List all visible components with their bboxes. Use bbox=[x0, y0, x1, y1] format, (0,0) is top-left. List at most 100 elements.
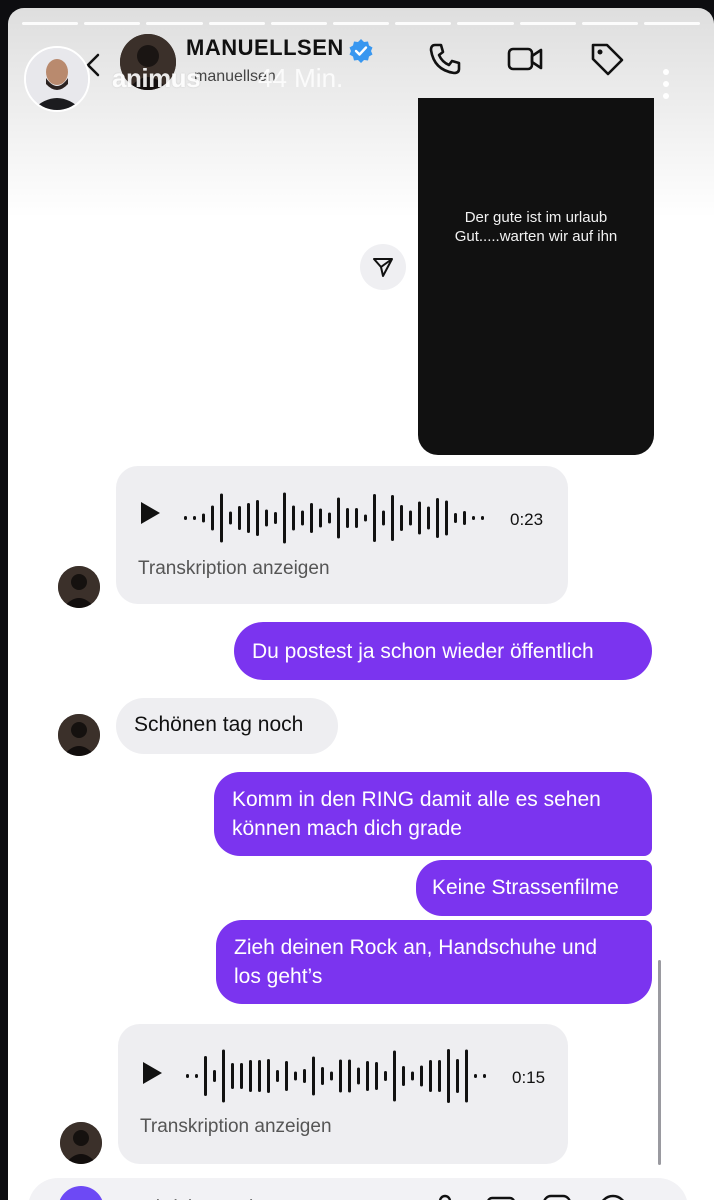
story-progress-bar bbox=[22, 22, 701, 26]
waveform-bar bbox=[438, 1060, 441, 1092]
verified-badge-icon bbox=[349, 39, 373, 63]
voice-duration: 0:23 bbox=[510, 510, 544, 529]
waveform-bar bbox=[348, 1059, 351, 1093]
waveform-bar bbox=[267, 1059, 270, 1093]
waveform-bar bbox=[463, 511, 466, 525]
waveform-bar bbox=[256, 500, 259, 536]
more-options-icon[interactable] bbox=[660, 66, 672, 102]
waveform-bar bbox=[204, 1056, 207, 1096]
waveform-bar bbox=[418, 501, 421, 535]
waveform-bar bbox=[301, 510, 304, 526]
play-icon[interactable] bbox=[138, 500, 162, 526]
progress-segment bbox=[22, 22, 79, 25]
waveform-bar bbox=[382, 510, 385, 526]
play-icon[interactable] bbox=[140, 1060, 164, 1086]
gallery-icon[interactable] bbox=[484, 1192, 518, 1200]
waveform-bar bbox=[427, 506, 430, 530]
waveform-bar bbox=[375, 1062, 378, 1090]
voice-duration: 0:15 bbox=[512, 1068, 546, 1087]
waveform-bar bbox=[186, 1074, 189, 1078]
progress-segment bbox=[270, 22, 327, 25]
send-icon bbox=[373, 258, 393, 277]
instagram-story-screen: MANUELLSEN manuellsen animus 44 Min. Der… bbox=[8, 8, 714, 1200]
progress-segment bbox=[581, 22, 638, 25]
progress-segment bbox=[457, 22, 514, 25]
waveform-bar bbox=[472, 516, 475, 520]
waveform-bar bbox=[346, 508, 349, 528]
waveform-bar bbox=[481, 516, 484, 520]
progress-segment bbox=[395, 22, 452, 25]
outgoing-message[interactable]: Zieh deinen Rock an, Handschuhe und los … bbox=[216, 920, 652, 1004]
share-button[interactable] bbox=[360, 244, 406, 290]
waveform-bar bbox=[238, 506, 241, 530]
waveform-bar bbox=[454, 513, 457, 523]
tag-icon[interactable] bbox=[588, 40, 626, 78]
message-text: Schönen tag noch bbox=[134, 713, 304, 736]
waveform-bar bbox=[391, 495, 394, 541]
story-username[interactable]: animus bbox=[112, 63, 201, 94]
waveform-bar bbox=[274, 512, 277, 524]
waveform-bar bbox=[337, 497, 340, 539]
contact-avatar[interactable] bbox=[58, 566, 100, 608]
waveform-bar bbox=[364, 514, 367, 522]
phone-call-icon[interactable] bbox=[426, 40, 464, 78]
message-input[interactable] bbox=[118, 1196, 382, 1200]
progress-segment bbox=[643, 22, 701, 25]
waveform-bar bbox=[283, 492, 286, 544]
message-text-line-2: los geht’s bbox=[234, 965, 323, 988]
transcription-link[interactable]: Transkription anzeigen bbox=[140, 1116, 332, 1138]
waveform-bar bbox=[400, 505, 403, 531]
waveform-bar bbox=[249, 1060, 252, 1092]
contact-avatar[interactable] bbox=[58, 714, 100, 756]
transcription-link[interactable]: Transkription anzeigen bbox=[138, 558, 330, 580]
waveform-bar bbox=[420, 1065, 423, 1087]
shared-story-card[interactable]: Der gute ist im urlaub Gut.....warten wi… bbox=[418, 98, 654, 455]
shared-story-line-1: Der gute ist im urlaub bbox=[464, 209, 608, 226]
story-poster-avatar[interactable] bbox=[24, 46, 90, 112]
progress-segment bbox=[332, 22, 390, 25]
waveform-bar bbox=[330, 1071, 333, 1081]
waveform-bar bbox=[411, 1071, 414, 1081]
waveform-bar bbox=[292, 505, 295, 531]
waveform-bar bbox=[222, 1049, 225, 1103]
waveform-bar bbox=[213, 1070, 216, 1082]
outgoing-message[interactable]: Du postest ja schon wieder öffentlich bbox=[234, 622, 652, 680]
outgoing-message[interactable]: Keine Strassenfilme bbox=[416, 860, 652, 916]
dm-contact-name[interactable]: MANUELLSEN bbox=[186, 35, 344, 61]
waveform-bar bbox=[229, 511, 232, 525]
shared-story-line-2: Gut.....warten wir auf ihn bbox=[454, 228, 618, 245]
waveform-bar bbox=[429, 1060, 432, 1092]
waveform-bar bbox=[384, 1071, 387, 1081]
camera-button[interactable] bbox=[58, 1186, 104, 1200]
waveform-bar bbox=[456, 1059, 459, 1093]
waveform-bar bbox=[409, 510, 412, 526]
waveform-bar bbox=[312, 1056, 315, 1096]
message-text: Keine Strassenfilme bbox=[432, 876, 619, 899]
waveform-bar bbox=[393, 1050, 396, 1102]
outgoing-message[interactable]: Komm in den RING damit alle es sehen kön… bbox=[214, 772, 652, 856]
waveform-bar bbox=[328, 512, 331, 524]
waveform-bar bbox=[303, 1069, 306, 1083]
voice-message[interactable]: 0:23 Transkription anzeigen bbox=[116, 466, 568, 604]
waveform-bar bbox=[240, 1063, 243, 1089]
message-composer bbox=[28, 1178, 688, 1200]
incoming-message[interactable]: Schönen tag noch bbox=[116, 698, 338, 754]
progress-segment bbox=[146, 22, 203, 25]
message-text: Du postest ja schon wieder öffentlich bbox=[252, 640, 594, 663]
waveform-icon[interactable] bbox=[186, 1046, 496, 1106]
poster-photo-icon bbox=[26, 48, 88, 110]
message-text-line-2: können mach dich grade bbox=[232, 817, 462, 840]
contact-avatar[interactable] bbox=[60, 1122, 102, 1164]
chat-scrollbar[interactable] bbox=[658, 960, 661, 1165]
voice-message[interactable]: 0:15 Transkription anzeigen bbox=[118, 1024, 568, 1164]
video-call-icon[interactable] bbox=[506, 40, 544, 78]
waveform-bar bbox=[445, 500, 448, 536]
waveform-bar bbox=[373, 494, 376, 542]
waveform-bar bbox=[447, 1049, 450, 1103]
sticker-icon[interactable] bbox=[540, 1192, 574, 1200]
story-timestamp: 44 Min. bbox=[258, 63, 344, 93]
waveform-icon[interactable] bbox=[184, 488, 494, 548]
add-icon[interactable] bbox=[596, 1192, 630, 1200]
microphone-icon[interactable] bbox=[428, 1192, 462, 1200]
waveform-bar bbox=[319, 508, 322, 528]
